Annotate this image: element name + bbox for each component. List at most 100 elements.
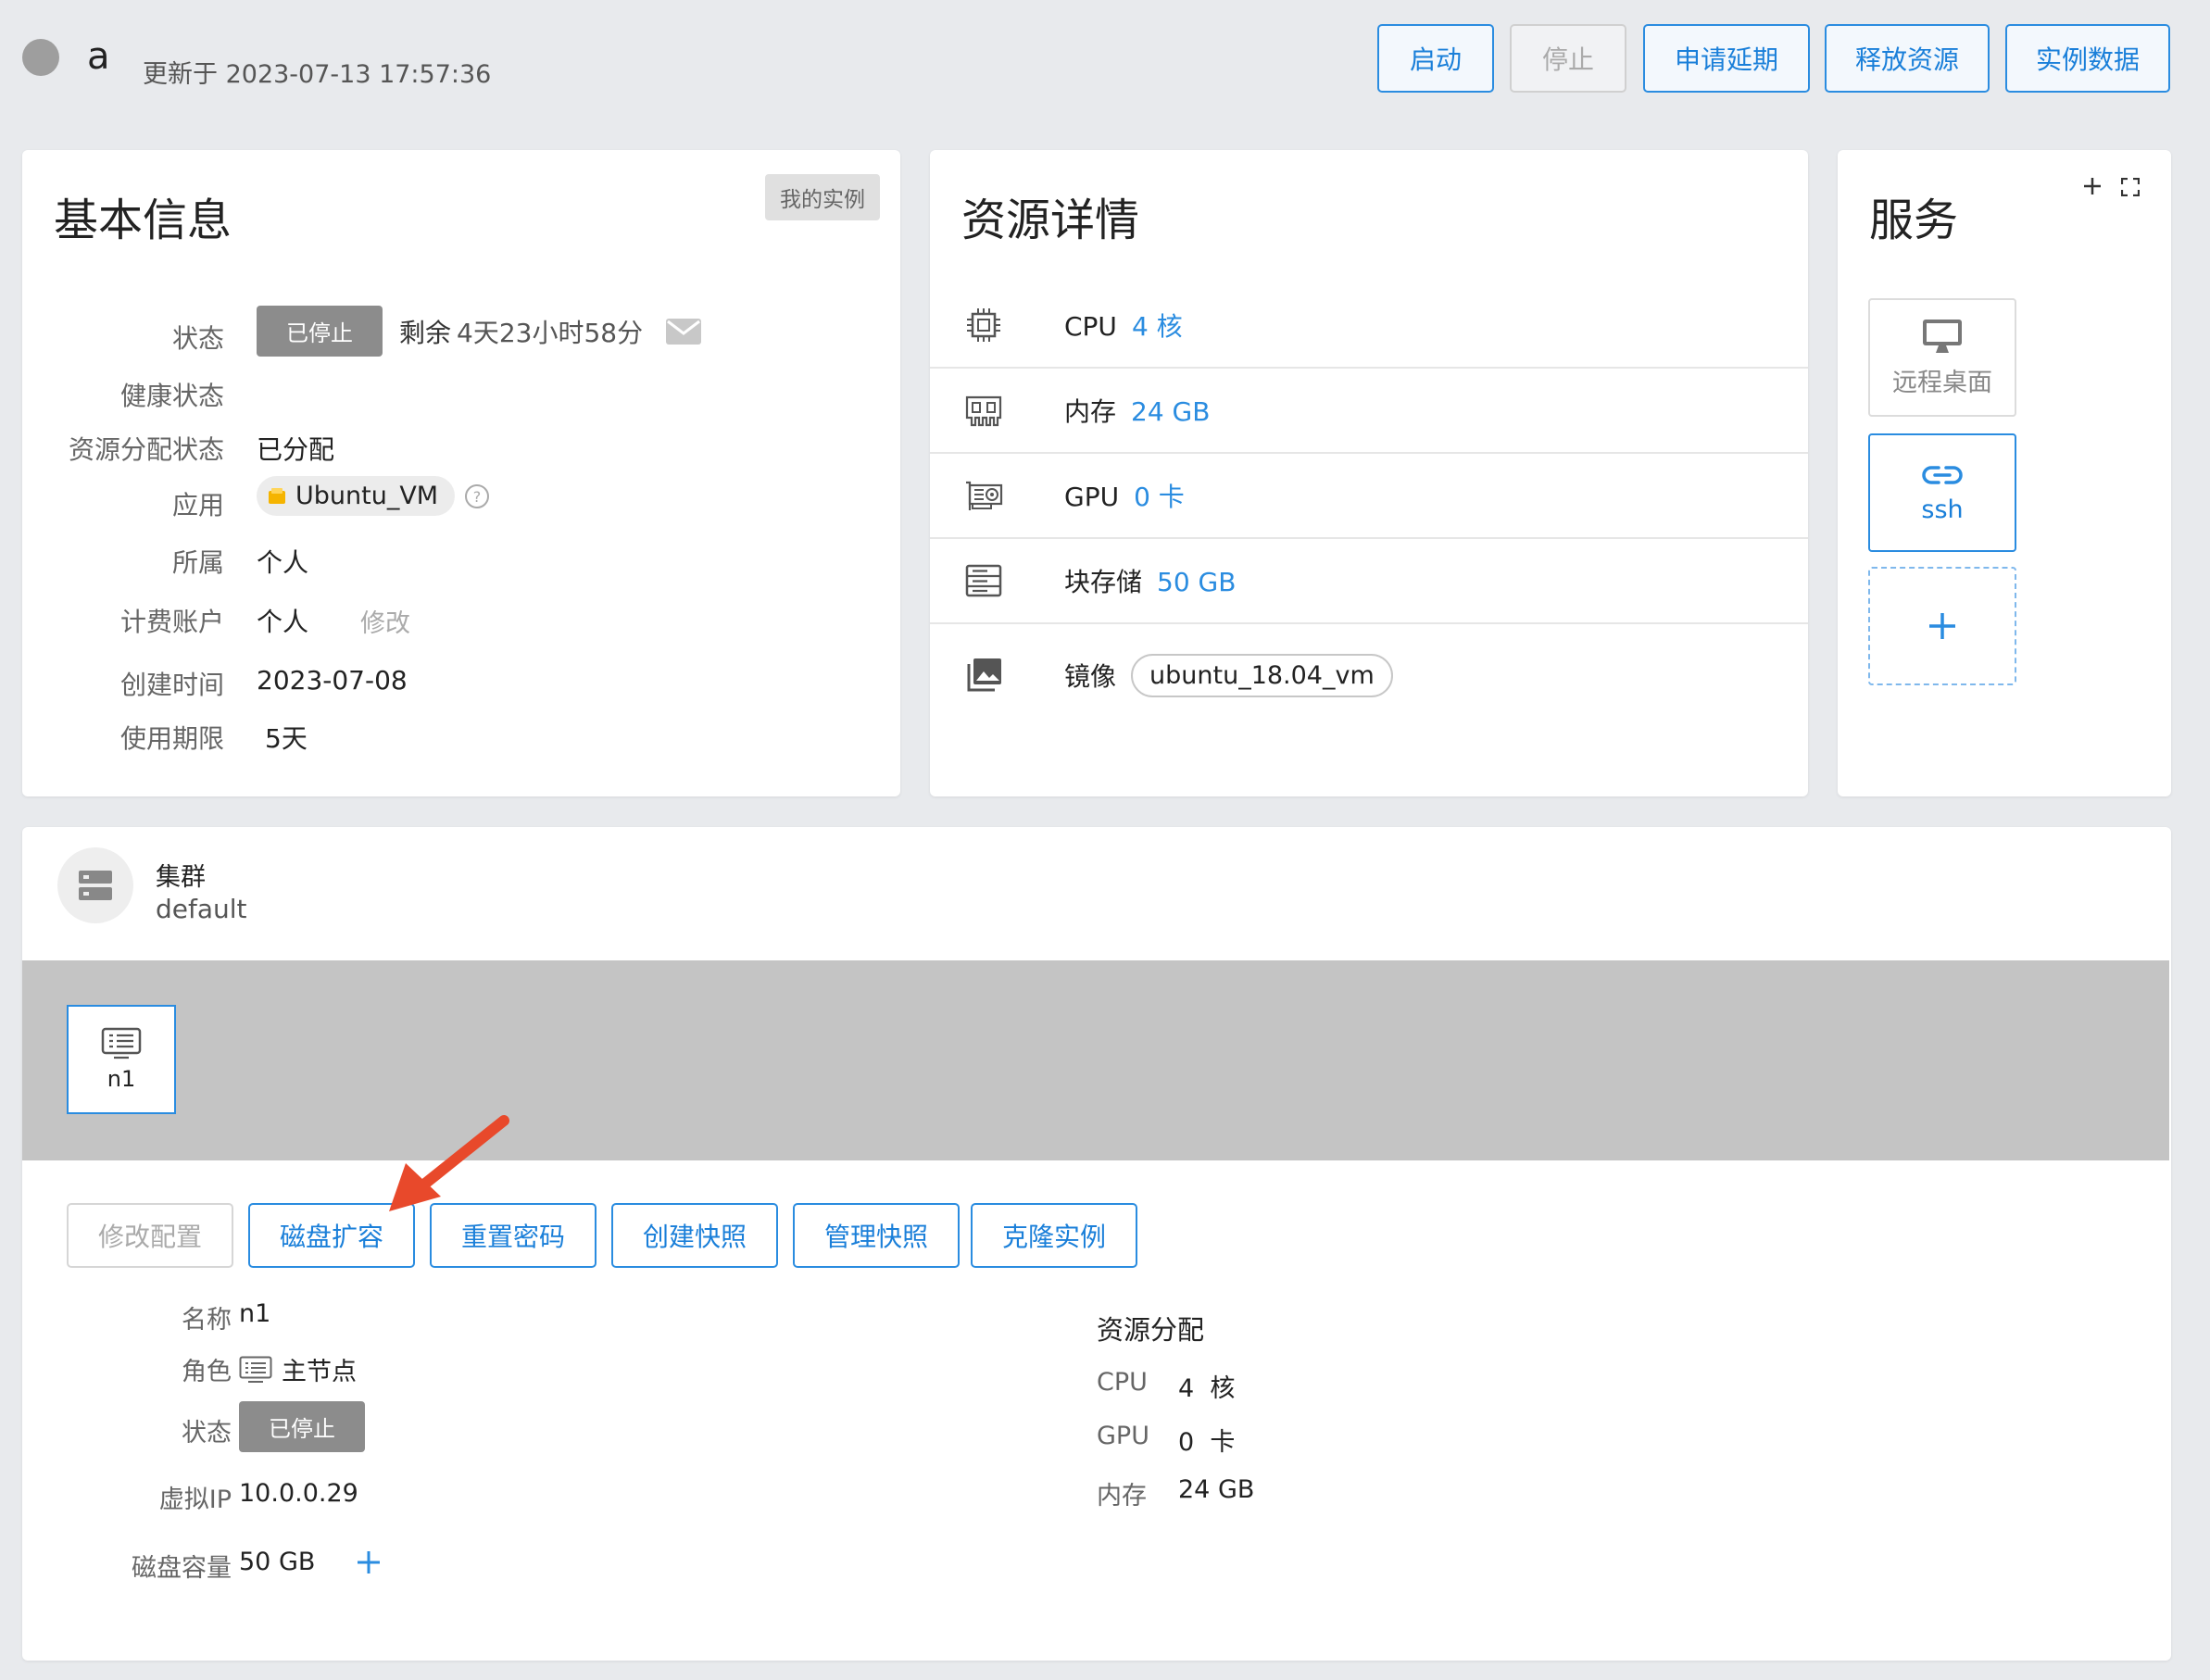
remaining-label: 剩余 (399, 317, 452, 348)
app-name: Ubuntu_VM (295, 482, 439, 510)
resource-detail-title: 资源详情 (961, 194, 1140, 246)
add-service-plus-icon (1929, 613, 1955, 639)
node-name-label: 名称 (182, 1306, 232, 1335)
allocation-cpu-label: CPU (1097, 1368, 1148, 1397)
modify-config-button[interactable]: 修改配置 (67, 1203, 233, 1268)
allocation-title: 资源分配 (1097, 1314, 1205, 1346)
instance-detail-page: a 更新于 2023-07-13 17:57:36 启动 停止 申请延期 释放资… (0, 0, 2210, 1680)
billing-modify-link[interactable]: 修改 (360, 603, 410, 639)
ssh-tile[interactable]: ssh (1868, 433, 2016, 552)
help-icon[interactable]: ? (464, 483, 490, 509)
cluster-name: default (156, 894, 247, 924)
release-resources-button[interactable]: 释放资源 (1825, 24, 1990, 93)
resource-value: 24 GB (1131, 396, 1211, 427)
remote-desktop-label: 远程桌面 (1892, 368, 1992, 397)
extend-button[interactable]: 申请延期 (1643, 24, 1810, 93)
manage-snapshot-button[interactable]: 管理快照 (793, 1203, 960, 1268)
add-disk-plus-icon[interactable] (356, 1549, 382, 1575)
period-label: 使用期限 (119, 723, 224, 754)
allocation-cpu-value: 4 核 (1178, 1374, 1236, 1403)
resource-label: 镜像 (1064, 661, 1117, 692)
allocation-gpu-label: GPU (1097, 1422, 1149, 1450)
add-service-tile[interactable] (1868, 567, 2016, 685)
resource-label: 块存储 (1064, 567, 1143, 597)
resource-detail-card: 资源详情 CPU 4 核 内存 24 GB GPU 0 卡 块存储 50 GB … (930, 150, 1808, 796)
app-label: 应用 (171, 490, 224, 520)
created-value: 2023-07-08 (257, 665, 408, 696)
basic-info-title: 基本信息 (54, 194, 232, 246)
resource-value: 0 卡 (1134, 482, 1185, 512)
gpu-icon (966, 481, 1003, 510)
app-chip[interactable]: Ubuntu_VM (257, 476, 456, 516)
cluster-card: 集群 default n1 修改配置 磁盘扩容 重置密码 创建快照 管理快照 克… (22, 827, 2171, 1661)
node-server-icon (101, 1027, 142, 1059)
monitor-icon (1923, 319, 1962, 353)
services-title: 服务 (1869, 194, 1959, 246)
status-label: 状态 (171, 323, 224, 354)
plus-icon[interactable] (2082, 176, 2103, 196)
fullscreen-icon[interactable] (2121, 178, 2140, 196)
mail-icon[interactable] (665, 318, 702, 345)
node-role-label: 角色 (182, 1358, 232, 1386)
remote-desktop-tile[interactable]: 远程桌面 (1868, 298, 2016, 417)
resource-label: GPU (1064, 482, 1120, 512)
memory-icon (965, 395, 1002, 427)
node-status-label: 状态 (182, 1419, 232, 1448)
master-node-icon (239, 1356, 272, 1383)
node-ip-label: 虚拟IP (158, 1486, 232, 1514)
billing-label: 计费账户 (119, 607, 224, 637)
owner-label: 所属 (171, 547, 224, 578)
node-disk-value: 50 GB (239, 1548, 316, 1576)
cpu-icon (967, 308, 1000, 342)
svg-text:?: ? (473, 488, 482, 506)
updated-time: 更新于 2023-07-13 17:57:36 (143, 60, 492, 89)
basic-info-card: 基本信息 我的实例 状态 已停止 剩余 4天23小时58分 健康状态 资源分配状… (22, 150, 900, 796)
annotation-arrow (389, 1115, 509, 1211)
remaining-value: 4天23小时58分 (457, 317, 644, 348)
cluster-title: 集群 (156, 863, 206, 892)
node-details: 名称 n1 角色 主节点 状态 已停止 虚拟IP 10.0.0.29 磁盘容量 … (22, 1299, 948, 1633)
node-label: n1 (107, 1066, 136, 1092)
start-button[interactable]: 启动 (1377, 24, 1494, 93)
node-tile-n1[interactable]: n1 (67, 1005, 176, 1114)
resource-allocation: 资源分配 CPU 4 核 GPU 0 卡 内存 24 GB (1097, 1309, 1467, 1540)
cluster-icon-wrap (57, 847, 133, 923)
health-row: 健康状态 (22, 367, 900, 413)
allocation-label: 资源分配状态 (68, 434, 224, 465)
health-label: 健康状态 (119, 381, 224, 411)
page-header: a 更新于 2023-07-13 17:57:36 启动 停止 申请延期 释放资… (0, 0, 2210, 130)
owner-value: 个人 (257, 547, 309, 578)
resource-row-image: 镜像 ubuntu_18.04_vm (930, 624, 1808, 726)
node-ip-value: 10.0.0.29 (239, 1479, 358, 1508)
node-topology-area: n1 (22, 960, 2169, 1160)
clone-instance-button[interactable]: 克隆实例 (971, 1203, 1137, 1268)
owner-row: 所属 个人 (22, 535, 900, 582)
created-label: 创建时间 (119, 670, 224, 700)
image-chip[interactable]: ubuntu_18.04_vm (1131, 653, 1393, 697)
storage-icon (965, 564, 1002, 597)
resource-label: CPU (1064, 311, 1117, 342)
allocation-gpu-value: 0 卡 (1178, 1428, 1236, 1457)
resource-row-memory: 内存 24 GB (930, 369, 1808, 454)
create-snapshot-button[interactable]: 创建快照 (611, 1203, 778, 1268)
resource-row-storage: 块存储 50 GB (930, 539, 1808, 624)
status-row: 状态 已停止 剩余 4天23小时58分 (22, 306, 900, 357)
image-icon (967, 658, 1001, 692)
node-disk-label: 磁盘容量 (132, 1554, 232, 1583)
billing-value: 个人 (257, 607, 309, 637)
status-dot (22, 39, 59, 76)
period-value: 5天 (265, 723, 308, 754)
stop-button[interactable]: 停止 (1510, 24, 1626, 93)
allocation-memory-label: 内存 (1097, 1482, 1147, 1511)
resource-value: 50 GB (1157, 567, 1237, 597)
node-role-value: 主节点 (282, 1358, 357, 1386)
services-card: 服务 远程桌面 ssh (1838, 150, 2171, 796)
instance-data-button[interactable]: 实例数据 (2005, 24, 2170, 93)
period-row: 使用期限 5天 (22, 713, 900, 759)
allocation-memory-value: 24 GB (1178, 1475, 1255, 1504)
resource-value: 4 核 (1131, 311, 1183, 342)
app-row: 应用 Ubuntu_VM ? (22, 476, 900, 522)
ssh-label: ssh (1921, 495, 1964, 524)
node-name-value: n1 (239, 1299, 271, 1328)
node-role: 主节点 (239, 1351, 357, 1387)
